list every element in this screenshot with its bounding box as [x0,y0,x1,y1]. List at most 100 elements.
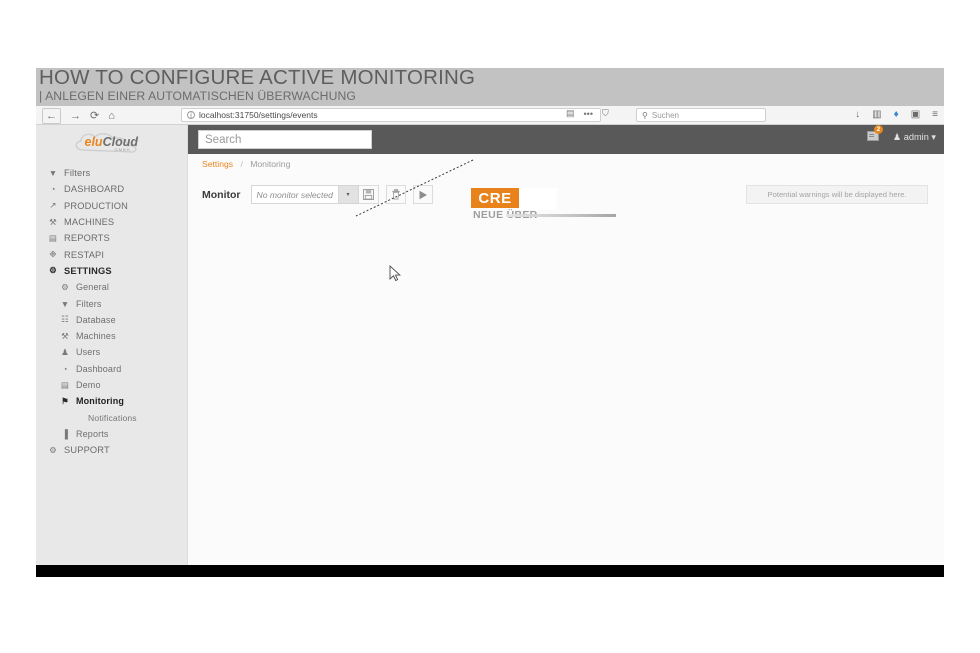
sidebar-item-filters[interactable]: ▼ Filters [36,165,187,181]
user-icon: ♟ [61,346,69,357]
sidebar-item-filters[interactable]: ▼ Filters [36,295,187,311]
filter-icon: ▼ [60,298,70,309]
messages-icon[interactable]: 2 [866,125,883,144]
sidebar-item-general[interactable]: ⚙ General [36,279,187,295]
sidebar-item-label: Dashboard [76,363,122,374]
dashboard-icon: ◔ [62,363,68,374]
browser-search-placeholder: Suchen [651,110,679,120]
slide-title-banner: HOW TO CONFIGURE ACTIVE MONITORING | ANL… [36,68,944,106]
reader-mode-icon[interactable]: ▤ [566,108,575,119]
logo-text-part1: elu [84,135,103,149]
screenshot-root: HOW TO CONFIGURE ACTIVE MONITORING | ANL… [0,0,980,653]
machines-icon: ⚒ [49,216,57,227]
dashboard-icon: ◔ [50,184,56,195]
breadcrumb-settings[interactable]: Settings [202,159,233,169]
content-area: Search 2 ♟ admin ▾ Settings / Monitoring… [188,125,944,577]
back-icon[interactable]: ← [42,108,61,124]
save-button[interactable] [358,185,379,204]
warnings-panel: Potential warnings will be displayed her… [746,185,928,204]
monitor-select-value[interactable]: No monitor selected [250,185,339,204]
sidebar-item-label: SUPPORT [64,445,110,456]
browser-search-input[interactable]: ⚲ Suchen [636,108,766,122]
sidebar-item-label: Demo [76,380,101,390]
monitor-label: Monitor [202,188,241,201]
save-disk-icon [362,189,374,200]
sidebar-item-demo[interactable]: ▤ Demo [36,377,187,393]
user-menu[interactable]: ♟ admin ▾ [893,132,936,143]
sidebar-item-notifications[interactable]: Notifications [36,409,187,425]
sidebar-item-label: Users [76,347,101,358]
gear-icon: ⚙ [61,281,69,292]
annotation-streak [506,214,616,217]
reports-icon: ▤ [48,232,58,243]
video-slide: HOW TO CONFIGURE ACTIVE MONITORING | ANL… [36,68,944,577]
sidebar-item-machines[interactable]: ⚒ Machines [36,328,187,344]
monitor-select-group: No monitor selected ▾ [250,185,433,204]
library-icon[interactable]: ▥ [872,108,881,122]
reload-icon[interactable]: ⟳ [90,109,99,123]
messages-badge: 2 [873,125,883,134]
sidebar-item-dashboard[interactable]: ◔ DASHBOARD [36,181,187,197]
bar-chart-icon: ▐ [61,428,69,439]
gear-icon: ⚙ [49,265,57,276]
url-bar[interactable]: i localhost:31750/settings/events [181,108,601,122]
browser-chrome: ← → ⟳ ⌂ i localhost:31750/settings/event… [36,106,944,125]
sidebar-item-label: RESTAPI [64,249,105,260]
video-bottom-bar [36,565,944,577]
trash-icon [391,189,400,200]
sidebar-item-label: SETTINGS [64,265,112,276]
sidebar-item-label: MACHINES [64,217,115,228]
sidebar-item-machines[interactable]: ⚒ MACHINES [36,214,187,230]
breadcrumb-separator: / [240,159,243,169]
browser-toolbar-right: ↓ ▥ ♦ ▣ ≡ [855,108,938,122]
delete-button[interactable] [385,185,406,204]
sidebar-item-label: DASHBOARD [64,184,125,195]
menu-icon[interactable]: ≡ [932,108,938,122]
chart-line-icon: ↗ [49,200,57,211]
shield-icon[interactable]: ⛉ [602,108,609,119]
sidebar-item-reports[interactable]: ▐ Reports [36,426,187,442]
sidebar-item-reports[interactable]: ▤ REPORTS [36,230,187,246]
sidebar-nav: ▼ Filters ◔ DASHBOARD ↗ PRODUCTION ⚒ MACHINES ▤ R… [36,165,187,458]
sidebar: eluCloud GMBH ▼ Filters ◔ DASHBOARD ↗ PRODUCT… [36,125,188,577]
sidebar-item-monitoring[interactable]: ⚑ Monitoring [36,393,187,409]
breadcrumb-monitoring: Monitoring [250,159,291,169]
sidebar-item-support[interactable]: ⚙ SUPPORT [36,442,187,458]
sidebar-item-label: Notifications [88,412,137,423]
monitor-dropdown-caret-icon[interactable]: ▾ [338,185,359,204]
sidebar-item-label: Database [76,314,116,325]
sync-icon[interactable]: ♦ [894,108,899,122]
topbar-right: 2 ♟ admin ▾ [866,125,936,144]
app-topbar: Search 2 ♟ admin ▾ [188,125,944,154]
sidebar-item-users[interactable]: ♟ Users [36,344,187,360]
forward-icon[interactable]: → [70,109,81,123]
url-bar-actions: ▤ ••• ⛉ [566,108,609,119]
filter-icon: ▼ [48,168,58,179]
machines-icon: ⚒ [61,330,69,341]
user-label: admin [903,132,929,142]
search-input[interactable]: Search [198,130,372,149]
database-icon: ☷ [61,314,69,325]
sidebar-item-settings[interactable]: ⚙ SETTINGS [36,263,187,279]
sidebar-item-label: Machines [76,331,116,342]
sidebar-item-label: Filters [76,298,102,309]
sidebar-item-restapi[interactable]: ❉ RESTAPI [36,246,187,262]
site-info-icon[interactable]: i [187,111,195,120]
user-icon: ♟ [892,132,902,142]
url-text: localhost:31750/settings/events [199,110,318,120]
slide-subtitle: | ANLEGEN EINER AUTOMATISCHEN ÜBERWACHUN… [39,89,356,103]
sidebar-item-production[interactable]: ↗ PRODUCTION [36,198,187,214]
page-actions-icon[interactable]: ••• [584,109,593,119]
search-icon: ⚲ [642,110,648,120]
sidebar-item-label: PRODUCTION [64,200,128,211]
run-button[interactable] [412,185,433,204]
home-icon[interactable]: ⌂ [108,109,115,123]
monitor-toolbar: Monitor No monitor selected ▾ [202,185,433,204]
downloads-icon[interactable]: ↓ [855,108,860,122]
sidebar-item-database[interactable]: ☷ Database [36,312,187,328]
elucloud-logo[interactable]: eluCloud GMBH [69,130,155,156]
demo-icon: ▤ [60,379,70,390]
sidebar-item-dashboard[interactable]: ◔ Dashboard [36,361,187,377]
annotation-white-box [519,188,557,210]
sidebar-toggle-icon[interactable]: ▣ [911,108,920,122]
